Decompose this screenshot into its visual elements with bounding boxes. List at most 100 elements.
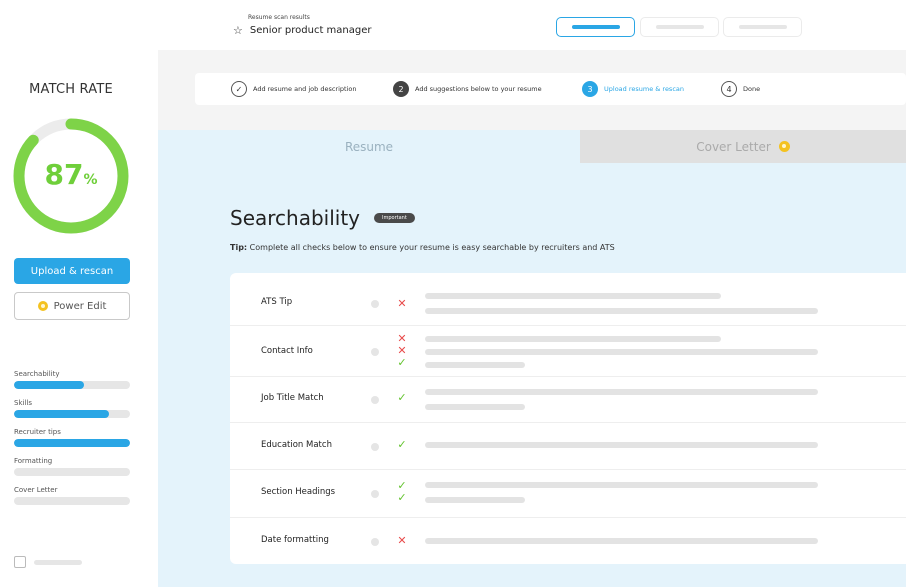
- header-tab-1[interactable]: [556, 17, 635, 37]
- section-title: Searchability: [230, 206, 361, 230]
- check-row-date-formatting[interactable]: Date formatting ✕: [230, 518, 906, 564]
- step-4[interactable]: 4 Done: [721, 81, 760, 97]
- info-dot-icon[interactable]: [371, 443, 379, 451]
- header-tab-1-bar: [571, 25, 620, 29]
- info-dot-icon[interactable]: [371, 490, 379, 498]
- sidebar-footer: [14, 556, 82, 568]
- placeholder-line: [425, 497, 525, 503]
- header-tab-3-bar: [738, 25, 787, 29]
- section-header: Searchability Important: [230, 206, 415, 230]
- placeholder-line: [425, 442, 818, 448]
- match-rate-number: 87: [44, 158, 84, 191]
- step-2-label: Add suggestions below to your resume: [415, 85, 542, 93]
- section-tip: Tip: Complete all checks below to ensure…: [230, 243, 615, 252]
- checks-table: ATS Tip ✕ Contact Info ✕ ✕ ✓ Job Title M…: [230, 273, 906, 564]
- check-label: Job Title Match: [261, 393, 324, 403]
- progress-fill: [14, 381, 84, 389]
- category-progress-list: Searchability Skills Recruiter tips Form…: [14, 369, 130, 514]
- header-tab-3[interactable]: [723, 17, 802, 37]
- check-label: Date formatting: [261, 535, 329, 545]
- important-badge: Important: [374, 213, 415, 223]
- progress-track: [14, 381, 130, 389]
- power-edit-label: Power Edit: [53, 300, 107, 312]
- placeholder-line: [425, 538, 818, 544]
- header-tab-2[interactable]: [640, 17, 719, 37]
- coin-icon: [778, 141, 790, 152]
- placeholder-line: [425, 389, 818, 395]
- progress-item-skills[interactable]: Skills: [14, 398, 130, 427]
- progress-label: Cover Letter: [14, 486, 58, 494]
- tab-resume[interactable]: Resume: [158, 130, 580, 163]
- step-3-number: 3: [582, 81, 598, 97]
- check-icon: ✓: [231, 81, 247, 97]
- placeholder-line: [425, 336, 721, 342]
- check-label: Section Headings: [261, 487, 336, 497]
- progress-label: Skills: [14, 399, 32, 407]
- placeholder-line: [425, 293, 721, 299]
- footer-checkbox[interactable]: [14, 556, 26, 568]
- placeholder-line: [425, 482, 818, 488]
- check-label: ATS Tip: [261, 297, 293, 307]
- step-1[interactable]: ✓ Add resume and job description: [231, 81, 357, 97]
- step-2-number: 2: [393, 81, 409, 97]
- progress-label: Searchability: [14, 370, 60, 378]
- progress-track: [14, 468, 130, 476]
- upload-rescan-button[interactable]: Upload & rescan: [14, 258, 130, 284]
- header-tab-2-bar: [655, 25, 704, 29]
- progress-item-cover-letter[interactable]: Cover Letter: [14, 485, 130, 514]
- placeholder-line: [425, 349, 818, 355]
- match-rate-value: 87%: [12, 158, 130, 191]
- progress-track: [14, 439, 130, 447]
- check-row-ats-tip[interactable]: ATS Tip ✕: [230, 273, 906, 326]
- progress-label: Formatting: [14, 457, 53, 465]
- progress-label: Recruiter tips: [14, 428, 61, 436]
- cross-icon: ✕: [397, 297, 407, 310]
- progress-fill: [14, 410, 110, 418]
- info-dot-icon[interactable]: [371, 396, 379, 404]
- step-3-label: Upload resume & rescan: [604, 85, 684, 93]
- check-icon: ✓: [397, 391, 407, 404]
- match-rate-unit: %: [83, 172, 98, 188]
- progress-track: [14, 410, 130, 418]
- check-icon: ✓: [397, 491, 407, 504]
- step-3[interactable]: 3 Upload resume & rescan: [582, 81, 684, 97]
- scan-results-subtitle: Resume scan results: [248, 14, 310, 21]
- tab-cover-letter-label: Cover Letter: [696, 139, 771, 154]
- step-2[interactable]: 2 Add suggestions below to your resume: [393, 81, 542, 97]
- info-dot-icon[interactable]: [371, 300, 379, 308]
- check-label: Contact Info: [261, 346, 313, 356]
- job-title: Senior product manager: [249, 25, 372, 36]
- power-edit-button[interactable]: Power Edit: [14, 292, 130, 320]
- info-dot-icon[interactable]: [371, 348, 379, 356]
- check-row-education-match[interactable]: Education Match ✓: [230, 423, 906, 470]
- step-1-label: Add resume and job description: [253, 85, 357, 93]
- placeholder-line: [425, 362, 525, 368]
- check-row-contact-info[interactable]: Contact Info ✕ ✕ ✓: [230, 326, 906, 377]
- scan-title: ☆ Senior product manager: [233, 25, 372, 37]
- progress-item-recruiter-tips[interactable]: Recruiter tips: [14, 427, 130, 456]
- check-row-job-title-match[interactable]: Job Title Match ✓: [230, 377, 906, 423]
- progress-steps: ✓ Add resume and job description 2 Add s…: [195, 73, 906, 105]
- tip-text: Complete all checks below to ensure your…: [247, 243, 615, 252]
- tab-cover-letter[interactable]: Cover Letter: [580, 130, 906, 163]
- check-icon: ✓: [397, 438, 407, 451]
- check-row-section-headings[interactable]: Section Headings ✓ ✓: [230, 470, 906, 518]
- progress-fill: [14, 439, 130, 447]
- sidebar: MATCH RATE 87% Upload & rescan Power Edi…: [0, 0, 158, 587]
- progress-item-formatting[interactable]: Formatting: [14, 456, 130, 485]
- check-label: Education Match: [261, 440, 332, 450]
- step-4-number: 4: [721, 81, 737, 97]
- progress-track: [14, 497, 130, 505]
- coin-icon: [37, 301, 48, 311]
- tip-prefix: Tip:: [230, 243, 248, 252]
- placeholder-line: [425, 404, 525, 410]
- info-dot-icon[interactable]: [371, 538, 379, 546]
- step-4-label: Done: [743, 85, 761, 93]
- star-icon[interactable]: ☆: [233, 25, 243, 36]
- check-icon: ✓: [397, 356, 407, 369]
- footer-placeholder: [34, 559, 82, 565]
- placeholder-line: [425, 308, 818, 314]
- cross-icon: ✕: [397, 534, 407, 547]
- progress-item-searchability[interactable]: Searchability: [14, 369, 130, 398]
- match-rate-title: MATCH RATE: [29, 82, 113, 97]
